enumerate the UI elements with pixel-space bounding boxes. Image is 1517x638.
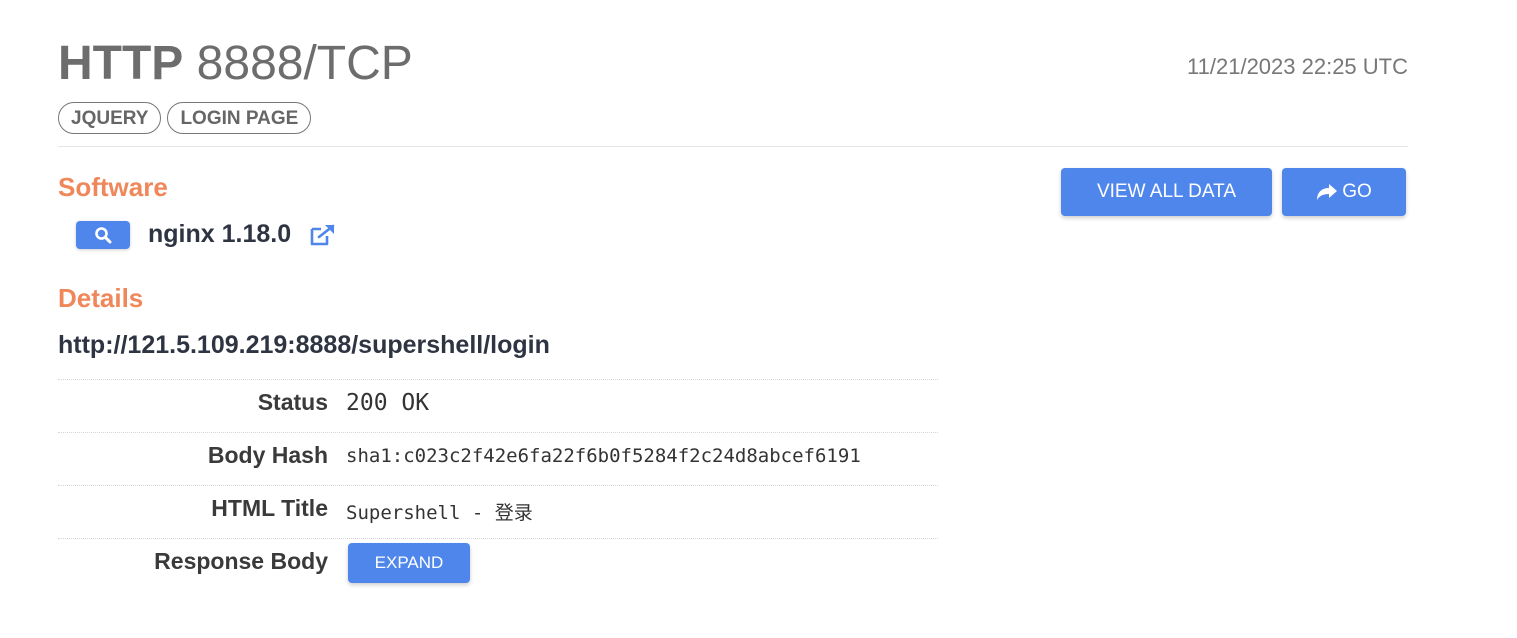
go-button[interactable]: GO — [1282, 168, 1406, 216]
expand-button[interactable]: EXPAND — [348, 543, 470, 583]
view-all-data-button[interactable]: VIEW ALL DATA — [1061, 168, 1272, 216]
go-label: GO — [1342, 181, 1372, 202]
detail-row-body-hash: Body Hash sha1:c023c2f42e6fa22f6b0f5284f… — [58, 432, 938, 485]
software-search-button[interactable] — [76, 220, 130, 249]
expand-label: EXPAND — [374, 553, 444, 572]
service-detail-page: HTTP 8888/TCP 11/21/2023 22:25 UTC JQUER… — [0, 0, 1517, 638]
software-item: nginx 1.18.0 — [76, 220, 337, 249]
header-divider — [58, 146, 1408, 147]
details-table: Status 200 OK Body Hash sha1:c023c2f42e6… — [58, 379, 938, 591]
detail-label: HTML Title — [211, 495, 328, 521]
detail-label: Body Hash — [207, 442, 328, 468]
details-heading: Details — [58, 283, 144, 313]
request-url: http://121.5.109.219:8888/supershell/log… — [58, 331, 550, 359]
detail-value: Supershell - 登录 — [346, 502, 533, 524]
detail-label: Status — [257, 389, 328, 415]
software-name: nginx 1.18.0 — [148, 220, 292, 248]
scan-timestamp: 11/21/2023 22:25 UTC — [1187, 54, 1408, 79]
tag-login-page[interactable]: LOGIN PAGE — [167, 102, 312, 134]
protocol-label: HTTP — [58, 37, 184, 90]
search-icon — [95, 226, 112, 243]
detail-value: 200 OK — [346, 390, 430, 416]
view-all-data-label: VIEW ALL DATA — [1096, 181, 1237, 202]
service-header: HTTP 8888/TCP 11/21/2023 22:25 UTC — [58, 34, 1408, 94]
port-label: 8888/TCP — [196, 37, 413, 90]
software-heading: Software — [58, 172, 168, 202]
external-link-icon — [310, 224, 335, 245]
tag-jquery[interactable]: JQUERY — [58, 102, 162, 134]
detail-row-response-body: Response Body EXPAND — [58, 538, 938, 591]
detail-row-status: Status 200 OK — [58, 379, 938, 432]
software-external-link[interactable] — [309, 223, 337, 247]
share-arrow-icon — [1317, 184, 1338, 200]
detail-value: sha1:c023c2f42e6fa22f6b0f5284f2c24d8abce… — [346, 445, 861, 467]
tag-list: JQUERY LOGIN PAGE — [58, 102, 312, 134]
detail-row-html-title: HTML Title Supershell - 登录 — [58, 485, 938, 538]
detail-label: Response Body — [154, 548, 328, 574]
